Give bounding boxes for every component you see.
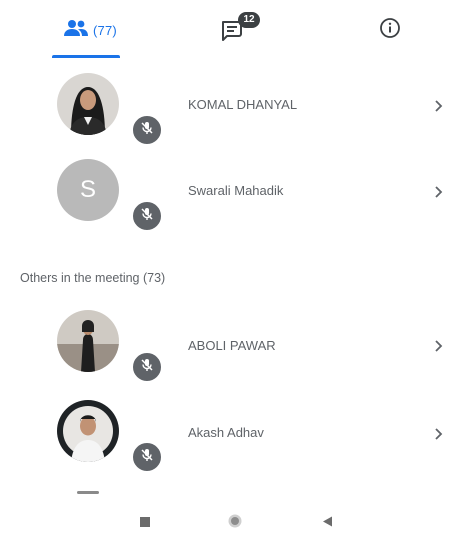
circle-icon [228, 514, 242, 533]
info-icon [379, 17, 401, 44]
tab-chat[interactable]: 12 [165, 0, 305, 60]
mic-off-icon [139, 206, 155, 227]
mic-off-icon [139, 120, 155, 141]
mic-off-badge [131, 351, 163, 383]
chevron-right-icon[interactable] [430, 426, 446, 442]
avatar: S [57, 159, 119, 221]
mic-off-badge [131, 200, 163, 232]
participant-row[interactable]: S Swarali Mahadik [0, 150, 468, 236]
mic-off-badge [131, 441, 163, 473]
mic-off-badge [131, 114, 163, 146]
people-icon [63, 19, 89, 42]
recents-button[interactable] [140, 514, 150, 532]
tab-bar: (77) 12 [0, 0, 468, 64]
avatar [57, 400, 119, 462]
tab-info[interactable] [320, 0, 460, 60]
others-section-header: Others in the meeting (73) [20, 271, 166, 285]
participant-name: Akash Adhav [188, 425, 264, 440]
back-button[interactable] [322, 514, 333, 532]
participant-count: (77) [93, 22, 117, 38]
participant-name: KOMAL DHANYAL [188, 97, 298, 112]
tab-selected-indicator [52, 55, 120, 58]
participant-row[interactable]: ABOLI PAWAR [0, 306, 468, 392]
avatar [57, 73, 119, 135]
system-nav-bar [0, 500, 468, 535]
avatar [57, 310, 119, 372]
triangle-back-icon [322, 514, 333, 532]
tab-people[interactable]: (77) [20, 0, 160, 60]
participant-name: ABOLI PAWAR [188, 338, 276, 353]
participant-name: Swarali Mahadik [188, 183, 284, 198]
chevron-right-icon[interactable] [430, 338, 446, 354]
chevron-right-icon[interactable] [430, 98, 446, 114]
participant-row[interactable]: KOMAL DHANYAL [0, 64, 468, 150]
chat-unread-badge: 12 [238, 12, 260, 28]
mic-off-icon [139, 447, 155, 468]
square-icon [140, 514, 150, 532]
participant-row[interactable]: Akash Adhav [0, 392, 468, 478]
next-avatar-partial [77, 491, 99, 494]
home-button[interactable] [228, 514, 242, 533]
chevron-right-icon[interactable] [430, 184, 446, 200]
mic-off-icon [139, 357, 155, 378]
